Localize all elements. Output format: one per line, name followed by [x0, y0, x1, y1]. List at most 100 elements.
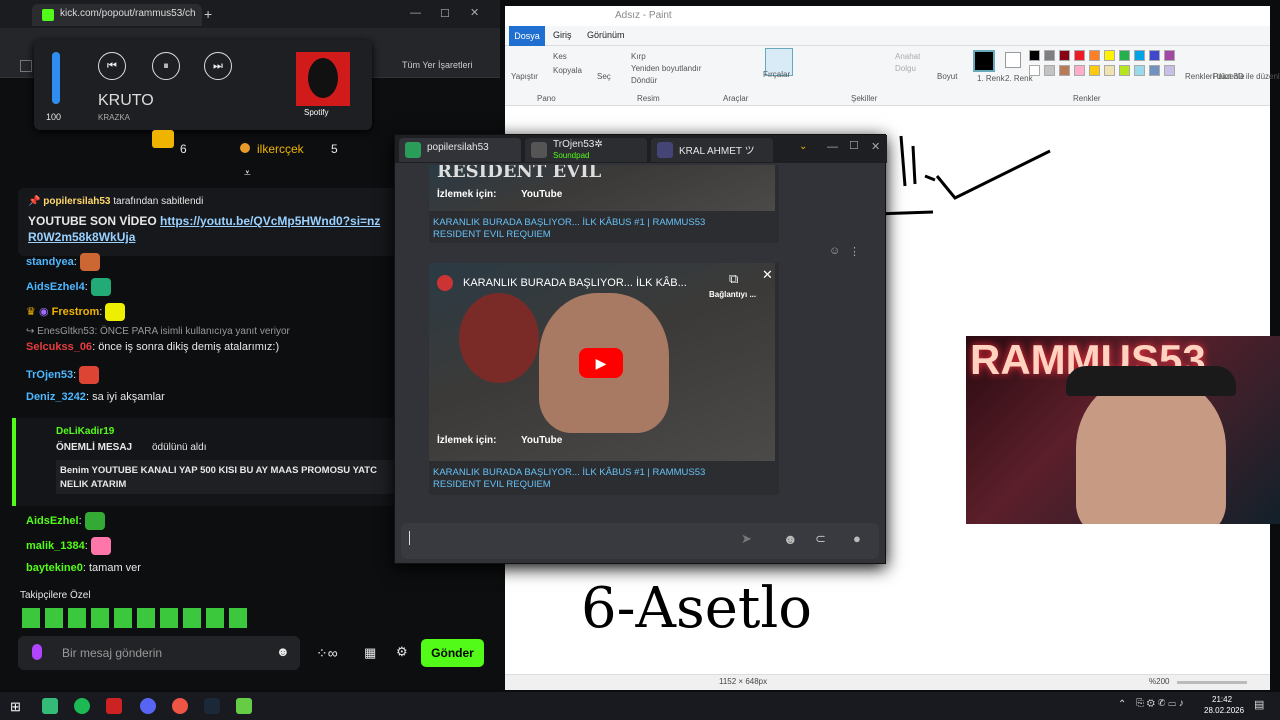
- fill-button[interactable]: Dolgu: [895, 64, 916, 73]
- chat-user[interactable]: standyea: [26, 256, 74, 268]
- palette-swatch[interactable]: [1074, 65, 1085, 76]
- embed-subtitle[interactable]: RESIDENT EVIL REQUIEM: [433, 479, 551, 490]
- palette-swatch[interactable]: [1029, 50, 1040, 61]
- maximize-icon[interactable]: ☐: [849, 139, 859, 152]
- palette-swatch[interactable]: [1059, 50, 1070, 61]
- dropdown-icon[interactable]: ⌄: [799, 141, 807, 152]
- copy-button[interactable]: Kopyala: [553, 66, 582, 75]
- color1-label[interactable]: 1. Renk: [977, 74, 1005, 83]
- palette-swatch[interactable]: [1089, 65, 1100, 76]
- brushes-button[interactable]: Fırçalar: [763, 70, 790, 79]
- send-button[interactable]: Gönder: [421, 639, 484, 667]
- palette-swatch[interactable]: [1104, 65, 1115, 76]
- rotate-button[interactable]: Döndür: [631, 76, 657, 85]
- new-tab-button[interactable]: +: [204, 6, 212, 22]
- voicemod-icon[interactable]: [106, 698, 122, 714]
- palette-swatch[interactable]: [1149, 65, 1160, 76]
- emote-bar[interactable]: [22, 608, 252, 628]
- discord-icon[interactable]: [140, 698, 156, 714]
- chat-user[interactable]: malik_1384: [26, 540, 85, 552]
- chat-user[interactable]: TrOjen53: [26, 369, 73, 381]
- minimize-icon[interactable]: —: [827, 141, 838, 153]
- collapse-icon[interactable]: ⩡: [244, 166, 251, 181]
- mic-icon[interactable]: [32, 644, 42, 660]
- palette-swatch[interactable]: [1164, 65, 1175, 76]
- menu-file[interactable]: Dosya: [509, 26, 545, 46]
- previous-track-button[interactable]: ⏮: [98, 52, 126, 80]
- chat-input[interactable]: Bir mesaj gönderin ☻: [18, 636, 300, 670]
- size-button[interactable]: Boyut: [937, 72, 957, 81]
- pause-button[interactable]: ⏸: [152, 52, 180, 80]
- crop-button[interactable]: Kırp: [631, 52, 646, 61]
- react-icon[interactable]: ☺: [829, 245, 840, 257]
- reward-user[interactable]: DeLiKadir19: [56, 426, 114, 437]
- outline-button[interactable]: Anahat: [895, 52, 920, 61]
- tray-icons[interactable]: ⎘ ⚙ ✆ ▭ ♪: [1136, 698, 1184, 709]
- all-bookmarks-label[interactable]: Tüm Yer İşaretleri: [402, 60, 473, 70]
- zoom-slider[interactable]: [1177, 681, 1247, 684]
- palette-swatch[interactable]: [1134, 50, 1145, 61]
- paint3d-button[interactable]: Paint 3D ile düzenle: [1213, 72, 1280, 81]
- close-icon[interactable]: ✕: [871, 140, 880, 153]
- tray-chevron-icon[interactable]: ⌃: [1118, 699, 1126, 710]
- close-icon[interactable]: ✕: [470, 6, 479, 19]
- chat-user[interactable]: Selcukss_06: [26, 341, 92, 353]
- dm-tab[interactable]: KRAL AHMET ツ: [651, 138, 773, 162]
- chrome-icon[interactable]: [172, 698, 188, 714]
- more-options-icon[interactable]: ⋮: [849, 245, 860, 258]
- close-embed-icon[interactable]: ✕: [762, 267, 773, 283]
- embed-title[interactable]: KARANLIK BURADA BAŞLIYOR... İLK KÂBUS #1…: [433, 217, 705, 228]
- volume-bar[interactable]: [52, 52, 60, 104]
- message-input[interactable]: ➤ ☻ ⊂ ●: [401, 523, 879, 559]
- minimize-icon[interactable]: —: [410, 7, 421, 19]
- attach-icon[interactable]: ⊂: [815, 531, 826, 547]
- browser-tab[interactable]: kick.com/popout/rammus53/ch: [32, 4, 202, 26]
- steam-icon[interactable]: [204, 698, 220, 714]
- next-track-button[interactable]: ⏭: [204, 52, 232, 80]
- dm-tab[interactable]: popilersilah53: [399, 138, 521, 162]
- select-button[interactable]: Seç: [597, 72, 611, 81]
- palette-swatch[interactable]: [1044, 50, 1055, 61]
- palette-swatch[interactable]: [1134, 65, 1145, 76]
- pinned-by[interactable]: popilersilah53: [43, 196, 110, 207]
- video-player[interactable]: KARANLIK BURADA BAŞLIYOR... İLK KÂB... ⧉…: [429, 263, 775, 461]
- menu-view[interactable]: Görünüm: [587, 30, 625, 40]
- app-icon[interactable]: [236, 698, 252, 714]
- color1-swatch[interactable]: [973, 50, 995, 72]
- dm-tab[interactable]: TrOjen53✲ Soundpad: [525, 138, 647, 162]
- settings-icon[interactable]: ⚙: [396, 644, 408, 660]
- copy-link-icon[interactable]: ⧉: [729, 271, 738, 287]
- palette-swatch[interactable]: [1074, 50, 1085, 61]
- embed-subtitle[interactable]: RESIDENT EVIL REQUIEM: [433, 229, 551, 240]
- windows-start-icon[interactable]: ⊞: [10, 699, 21, 715]
- cut-button[interactable]: Kes: [553, 52, 567, 61]
- video-thumbnail[interactable]: RESIDENT EVIL İzlemek için: YouTube: [429, 165, 775, 211]
- notification-icon[interactable]: ▤: [1254, 698, 1264, 711]
- emoji-icon[interactable]: ☻: [276, 644, 290, 659]
- palette-swatch[interactable]: [1149, 50, 1160, 61]
- send-icon[interactable]: ➤: [741, 531, 752, 547]
- palette-swatch[interactable]: [1119, 50, 1130, 61]
- palette-swatch[interactable]: [1104, 50, 1115, 61]
- color2-swatch[interactable]: [1005, 52, 1021, 68]
- embed-title[interactable]: KARANLIK BURADA BAŞLIYOR... İLK KÂBUS #1…: [433, 467, 705, 478]
- menu-home[interactable]: Giriş: [553, 30, 572, 40]
- spotify-icon[interactable]: [74, 698, 90, 714]
- chat-user[interactable]: baytekine0: [26, 562, 83, 574]
- clock-time[interactable]: 21:42: [1212, 695, 1232, 704]
- play-button[interactable]: ▶: [579, 348, 623, 378]
- app-icon[interactable]: [42, 698, 58, 714]
- emoji-icon[interactable]: ☻: [783, 531, 798, 547]
- location-icon[interactable]: ●: [853, 531, 861, 546]
- leader-name-0[interactable]: ilkercçek: [257, 142, 304, 156]
- palette-swatch[interactable]: [1119, 65, 1130, 76]
- palette-swatch[interactable]: [1164, 50, 1175, 61]
- reply-user[interactable]: EnesGltkn53: [37, 326, 94, 337]
- clock-date[interactable]: 28.02.2026: [1204, 706, 1244, 715]
- maximize-icon[interactable]: ☐: [440, 7, 450, 20]
- chat-user[interactable]: Frestrom: [52, 306, 100, 318]
- apps-icon[interactable]: [20, 60, 32, 72]
- resize-button[interactable]: Yeniden boyutlandır: [631, 64, 701, 73]
- palette-swatch[interactable]: [1089, 50, 1100, 61]
- combo-icon[interactable]: ⁘∞: [316, 645, 338, 662]
